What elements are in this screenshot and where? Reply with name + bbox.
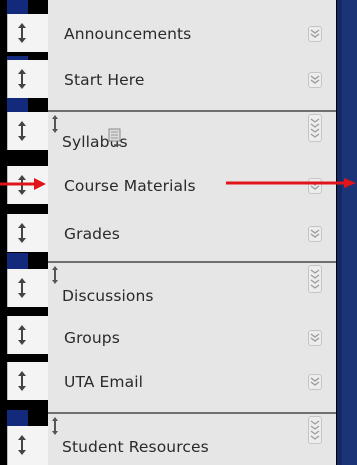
menu-item-label: Announcements <box>64 25 192 43</box>
up-down-arrow-icon <box>52 115 58 133</box>
up-down-arrow-icon <box>52 266 58 284</box>
drag-handle-start-here[interactable] <box>7 60 49 98</box>
up-down-arrow-icon <box>18 435 26 455</box>
menu-item-grades[interactable]: Grades <box>48 214 336 256</box>
menu-item-label: Groups <box>64 329 120 347</box>
drag-handle-student-resources[interactable] <box>7 426 49 465</box>
up-down-arrow-icon <box>18 223 26 243</box>
navy-block <box>7 0 28 14</box>
chevron-double-down-icon[interactable] <box>308 416 322 444</box>
page-icon <box>108 128 121 146</box>
chevron-double-down-icon[interactable] <box>308 26 322 42</box>
up-down-arrow-icon <box>18 371 26 391</box>
menu-item-label: UTA Email <box>64 373 144 391</box>
menu-item-syllabus[interactable]: Syllabus <box>48 112 336 154</box>
drag-handle-column <box>7 0 49 465</box>
menu-item-student-resources[interactable]: Student Resources <box>48 414 336 465</box>
chevron-double-down-icon[interactable] <box>308 226 322 242</box>
menu-item-label: Grades <box>64 225 120 243</box>
chevron-double-down-icon[interactable] <box>308 72 322 88</box>
chevron-double-down-icon[interactable] <box>308 374 322 390</box>
right-background-inner <box>342 0 357 465</box>
up-down-arrow-icon <box>18 69 26 89</box>
drag-handle-groups[interactable] <box>7 316 49 354</box>
course-menu: Announcements Start Here Syllabus Course… <box>48 0 336 465</box>
up-down-arrow-icon <box>18 121 26 141</box>
menu-item-discussions[interactable]: Discussions <box>48 263 336 305</box>
up-down-arrow-icon <box>18 325 26 345</box>
menu-item-start-here[interactable]: Start Here <box>48 60 336 102</box>
navy-block <box>7 98 28 112</box>
navy-block <box>7 253 28 269</box>
drag-handle-announcements[interactable] <box>7 14 49 52</box>
chevron-double-down-icon[interactable] <box>308 114 322 142</box>
chevron-double-down-icon[interactable] <box>308 330 322 346</box>
drag-handle-grades[interactable] <box>7 214 49 252</box>
menu-item-label: Course Materials <box>64 177 196 195</box>
annotation-arrow-left <box>0 178 46 190</box>
menu-item-groups[interactable]: Groups <box>48 318 336 360</box>
up-down-arrow-icon <box>18 278 26 298</box>
drag-handle-syllabus[interactable] <box>7 112 49 150</box>
up-down-arrow-icon <box>18 23 26 43</box>
up-down-arrow-icon <box>52 417 58 435</box>
navy-block <box>7 410 28 426</box>
chevron-double-down-icon[interactable] <box>308 265 322 293</box>
drag-handle-uta-email[interactable] <box>7 362 49 400</box>
menu-item-announcements[interactable]: Announcements <box>48 14 336 56</box>
menu-item-uta-email[interactable]: UTA Email <box>48 362 336 404</box>
menu-item-label: Start Here <box>64 71 145 89</box>
menu-item-label: Student Resources <box>62 438 209 456</box>
menu-item-label: Discussions <box>62 287 154 305</box>
drag-handle-discussions[interactable] <box>7 269 49 307</box>
annotation-arrow-right <box>226 178 356 188</box>
